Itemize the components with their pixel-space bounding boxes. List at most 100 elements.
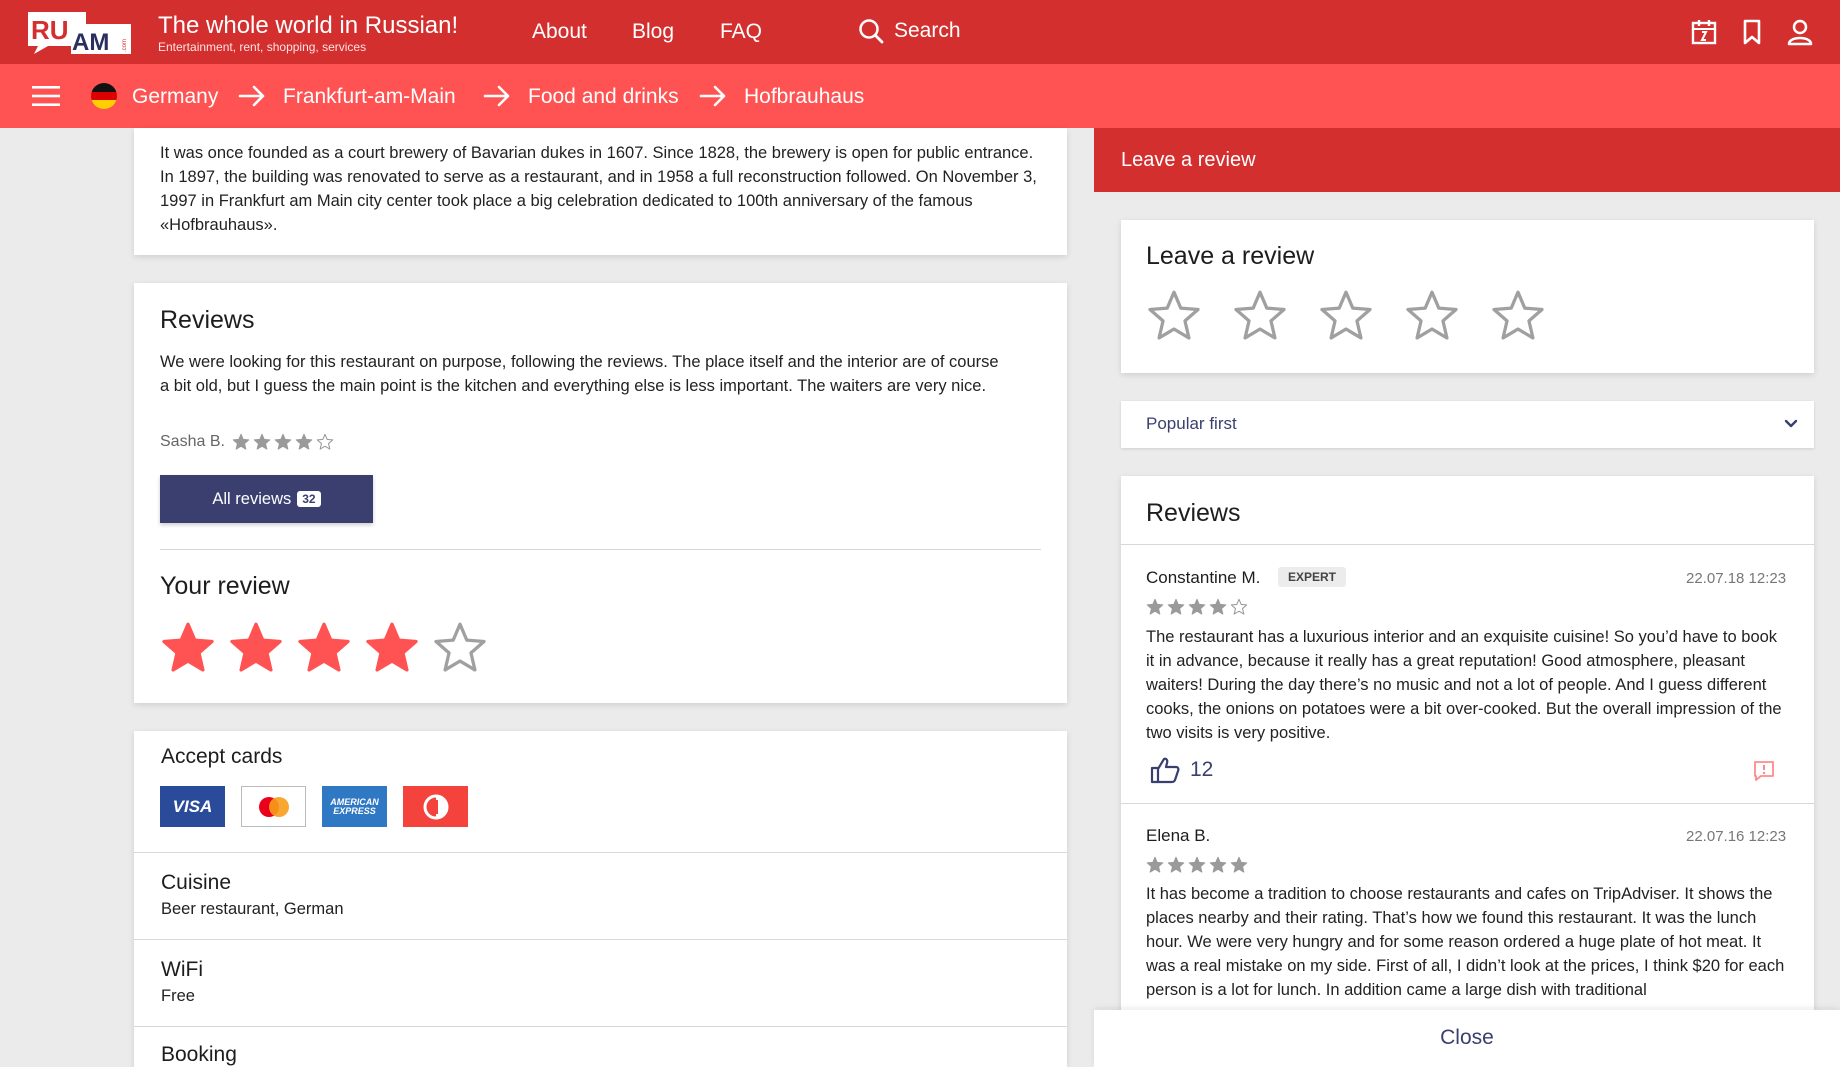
- reviewer-name[interactable]: Constantine M.: [1146, 568, 1260, 588]
- review-rating: [1146, 598, 1248, 616]
- breadcrumb-current[interactable]: Hofbrauhaus: [744, 85, 864, 109]
- report-icon[interactable]: [1753, 760, 1775, 782]
- all-reviews-button[interactable]: All reviews 32: [160, 475, 373, 523]
- like-button[interactable]: 12: [1150, 756, 1213, 784]
- cuisine-label: Cuisine: [161, 871, 232, 894]
- star-3[interactable]: [296, 620, 352, 676]
- intro-text: It was once founded as a court brewery o…: [160, 144, 1037, 234]
- review-date: 22.07.16 12:23: [1686, 828, 1787, 845]
- site-logo[interactable]: RU AM .com: [26, 10, 132, 54]
- star-5: [316, 433, 334, 451]
- amex-card: AMERICAN EXPRESS: [322, 786, 387, 827]
- star-5[interactable]: [432, 620, 488, 676]
- star-empty-icon: [1406, 290, 1458, 340]
- menu-icon[interactable]: [32, 84, 60, 108]
- search-icon: [859, 19, 884, 44]
- star-2[interactable]: [1232, 288, 1288, 344]
- expert-badge: EXPERT: [1278, 567, 1347, 587]
- star-filled-icon: [232, 433, 250, 450]
- star-1: [232, 433, 250, 451]
- review-rating: [1146, 856, 1248, 874]
- logo-ru-text: RU: [31, 15, 69, 45]
- star-4[interactable]: [1404, 288, 1460, 344]
- star-3: [1188, 856, 1206, 874]
- mastercard-card: [241, 786, 306, 827]
- review-text: The restaurant has a luxurious interior …: [1146, 628, 1782, 742]
- star-5: [1230, 856, 1248, 874]
- calendar-icon[interactable]: [1690, 18, 1718, 46]
- star-filled-icon: [295, 433, 313, 450]
- star-3: [1188, 598, 1206, 616]
- star-filled-icon: [162, 622, 214, 672]
- star-1: [1146, 856, 1164, 874]
- search-button[interactable]: Search: [858, 18, 961, 44]
- star-filled-icon: [1188, 856, 1206, 873]
- breadcrumb-country[interactable]: Germany: [132, 85, 218, 109]
- star-filled-icon: [1230, 856, 1248, 873]
- breadcrumb-city[interactable]: Frankfurt-am-Main: [283, 85, 456, 109]
- user-icon[interactable]: [1786, 18, 1814, 46]
- booking-label: Booking: [161, 1043, 237, 1066]
- sort-select[interactable]: Popular first: [1121, 401, 1814, 448]
- star-1[interactable]: [1146, 288, 1202, 344]
- chevron-down-icon: [1784, 419, 1798, 428]
- bookmark-icon[interactable]: [1738, 18, 1766, 46]
- close-bar: Close: [1094, 1010, 1840, 1067]
- divider: [160, 549, 1041, 550]
- star-filled-icon: [253, 433, 271, 450]
- wifi-label: WiFi: [161, 958, 203, 981]
- star-5: [1230, 598, 1248, 616]
- search-label: Search: [894, 19, 961, 42]
- star-2[interactable]: [228, 620, 284, 676]
- star-4[interactable]: [364, 620, 420, 676]
- wifi-value: Free: [161, 987, 195, 1005]
- review-text: It has become a tradition to choose rest…: [1146, 885, 1785, 999]
- site-subtitle: Entertainment, rent, shopping, services: [158, 40, 367, 54]
- star-filled-icon: [1167, 856, 1185, 873]
- review-rating: [232, 433, 334, 451]
- star-filled-icon: [1188, 598, 1206, 615]
- nav-blog[interactable]: Blog: [632, 20, 674, 44]
- review-date: 22.07.18 12:23: [1686, 570, 1787, 587]
- star-3: [274, 433, 292, 451]
- star-5[interactable]: [1490, 288, 1546, 344]
- sort-value: Popular first: [1146, 414, 1237, 433]
- arrow-right-icon: [483, 85, 510, 107]
- top-bar: RU AM .com The whole world in Russian! E…: [0, 0, 1840, 64]
- star-1[interactable]: [160, 620, 216, 676]
- star-filled-icon: [1167, 598, 1185, 615]
- your-review-title: Your review: [160, 572, 290, 600]
- star-empty-icon: [316, 433, 334, 450]
- like-count: 12: [1190, 758, 1214, 781]
- breadcrumb-category[interactable]: Food and drinks: [528, 85, 679, 109]
- leave-rating-stars[interactable]: [1146, 288, 1546, 344]
- logo-am-text: AM: [72, 29, 109, 54]
- reviewer-name[interactable]: Elena B.: [1146, 826, 1210, 846]
- star-empty-icon: [1320, 290, 1372, 340]
- star-empty-icon: [434, 622, 486, 672]
- site-title: The whole world in Russian!: [158, 12, 459, 39]
- star-empty-icon: [1148, 290, 1200, 340]
- star-3[interactable]: [1318, 288, 1374, 344]
- star-4: [1209, 856, 1227, 874]
- accept-cards-title: Accept cards: [161, 745, 283, 768]
- divider: [134, 939, 1067, 940]
- reviews-count-badge: 32: [297, 491, 321, 507]
- star-filled-icon: [1146, 598, 1164, 615]
- nav-faq[interactable]: FAQ: [720, 20, 762, 44]
- star-2: [1167, 856, 1185, 874]
- your-rating-stars[interactable]: [160, 620, 488, 676]
- close-button[interactable]: Close: [1094, 1026, 1840, 1050]
- divider: [1121, 544, 1814, 545]
- payment-cards: VISA AMERICAN EXPRESS: [160, 786, 468, 827]
- germany-flag-icon: [91, 83, 117, 109]
- thumbs-up-icon: [1150, 757, 1180, 784]
- cuisine-value: Beer restaurant, German: [161, 900, 344, 918]
- nav-about[interactable]: About: [532, 20, 587, 44]
- reviews-title: Reviews: [160, 306, 255, 334]
- divider: [134, 1026, 1067, 1027]
- star-4: [295, 433, 313, 451]
- details-card: [134, 731, 1067, 1067]
- star-filled-icon: [366, 622, 418, 672]
- star-empty-icon: [1492, 290, 1544, 340]
